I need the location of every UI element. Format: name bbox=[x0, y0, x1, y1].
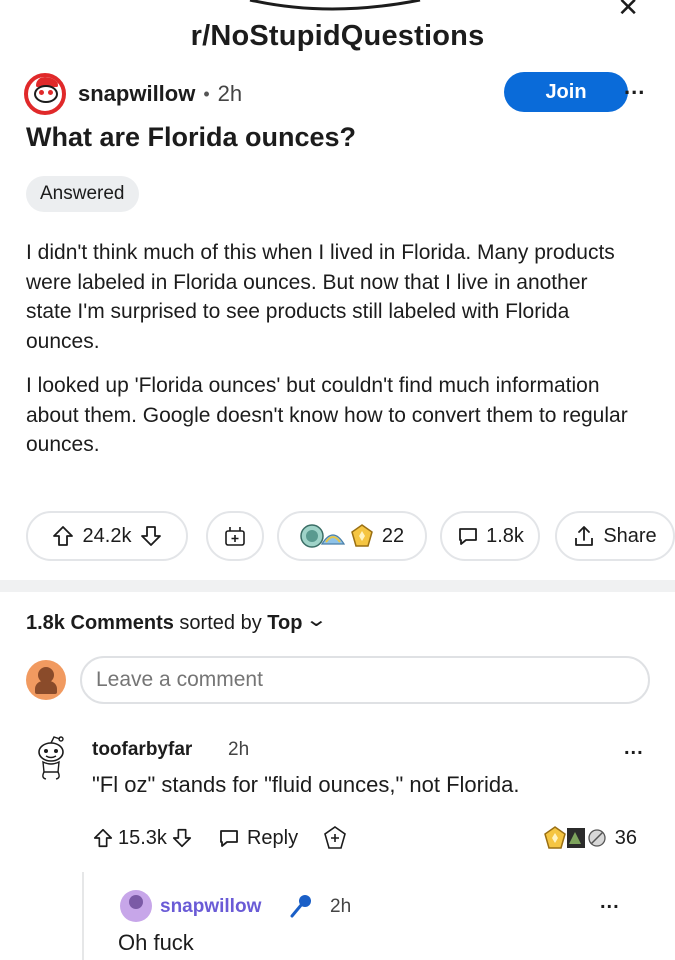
comment-awards-display[interactable]: 36 bbox=[543, 820, 637, 856]
post-body-paragraph: I didn't think much of this when I lived… bbox=[26, 241, 615, 353]
reply-more-icon[interactable]: ... bbox=[600, 891, 620, 914]
vote-control: 24.2k bbox=[26, 511, 188, 561]
post-vote-count: 24.2k bbox=[82, 524, 132, 547]
comment-more-icon[interactable]: ... bbox=[624, 737, 644, 760]
post-author-name[interactable]: snapwillow bbox=[78, 81, 195, 107]
reply-button[interactable]: Reply bbox=[217, 826, 298, 850]
comments-button[interactable]: 1.8k bbox=[440, 511, 540, 561]
section-divider bbox=[0, 580, 675, 592]
join-button[interactable]: Join bbox=[504, 72, 628, 112]
comment-vote-control: 15.3k bbox=[92, 827, 193, 850]
user-avatar[interactable] bbox=[26, 660, 66, 700]
reply-label: Reply bbox=[246, 826, 299, 849]
comment-input[interactable] bbox=[80, 656, 650, 704]
awards-display[interactable]: 22 bbox=[277, 511, 427, 561]
comment-give-award-button[interactable] bbox=[322, 825, 348, 851]
reply-text: Oh fuck bbox=[118, 930, 194, 955]
author-avatar[interactable] bbox=[24, 73, 66, 115]
award-icon bbox=[225, 527, 245, 546]
reply-author[interactable]: snapwillow bbox=[160, 896, 261, 918]
microphone-icon bbox=[290, 895, 311, 918]
post-more-icon[interactable]: ... bbox=[624, 74, 645, 100]
comment-bubble-icon bbox=[220, 830, 238, 847]
comment-vote-count: 15.3k bbox=[118, 826, 167, 849]
sorted-by-label: sorted by bbox=[179, 612, 262, 634]
thread-line[interactable] bbox=[82, 872, 84, 960]
post-age: 2h bbox=[217, 81, 243, 106]
close-icon[interactable]: ✕ bbox=[617, 0, 639, 20]
comment-text: "Fl oz" stands for "fluid ounces," not F… bbox=[92, 772, 520, 797]
flair-badge[interactable]: Answered bbox=[26, 176, 139, 212]
upvote-icon[interactable] bbox=[51, 524, 75, 548]
snoo-avatar-icon[interactable] bbox=[34, 736, 68, 780]
reply-author-avatar[interactable] bbox=[120, 890, 152, 922]
post-action-bar: 24.2k 22 1.8k Share bbox=[26, 511, 675, 561]
chevron-down-icon[interactable]: ⌄ bbox=[305, 607, 328, 632]
comment-author[interactable]: toofarbyfar bbox=[92, 739, 192, 761]
share-icon bbox=[575, 526, 594, 546]
award-badges-icon bbox=[300, 524, 373, 548]
comment-bubble-icon bbox=[459, 528, 477, 545]
separator-dot: • bbox=[203, 83, 210, 104]
share-label: Share bbox=[603, 524, 657, 547]
downvote-icon[interactable] bbox=[171, 827, 193, 849]
subreddit-title[interactable]: r/NoStupidQuestions bbox=[0, 20, 675, 53]
comments-label: Comments bbox=[70, 612, 174, 634]
sort-value[interactable]: Top bbox=[267, 612, 302, 634]
comment-awards-count: 36 bbox=[614, 826, 637, 849]
comment-composer bbox=[24, 656, 650, 704]
downvote-icon[interactable] bbox=[139, 524, 163, 548]
post-body-paragraph: I looked up 'Florida ounces' but couldn'… bbox=[26, 374, 628, 456]
reply-age: 2h bbox=[330, 896, 352, 917]
comment-action-bar: 15.3k Reply 36 bbox=[92, 820, 651, 856]
share-button[interactable]: Share bbox=[555, 511, 675, 561]
post-title: What are Florida ounces? bbox=[26, 122, 357, 152]
comment-award-badges-icon bbox=[543, 826, 606, 849]
give-award-button[interactable] bbox=[206, 511, 264, 561]
awards-count: 22 bbox=[381, 524, 405, 547]
comments-total: 1.8k bbox=[26, 612, 65, 634]
comments-count: 1.8k bbox=[486, 524, 524, 547]
upvote-icon[interactable] bbox=[92, 827, 114, 849]
comment-age: 2h bbox=[228, 739, 250, 760]
post-author-row: snapwillow • 2h Join ... bbox=[24, 72, 651, 116]
comments-sort-bar[interactable]: 1.8k Comments sorted by Top ⌄ bbox=[26, 607, 328, 635]
top-arc bbox=[249, 0, 421, 11]
award-plus-icon bbox=[324, 826, 347, 849]
reply-comment: snapwillow 2h ... Oh fuck bbox=[82, 872, 651, 960]
